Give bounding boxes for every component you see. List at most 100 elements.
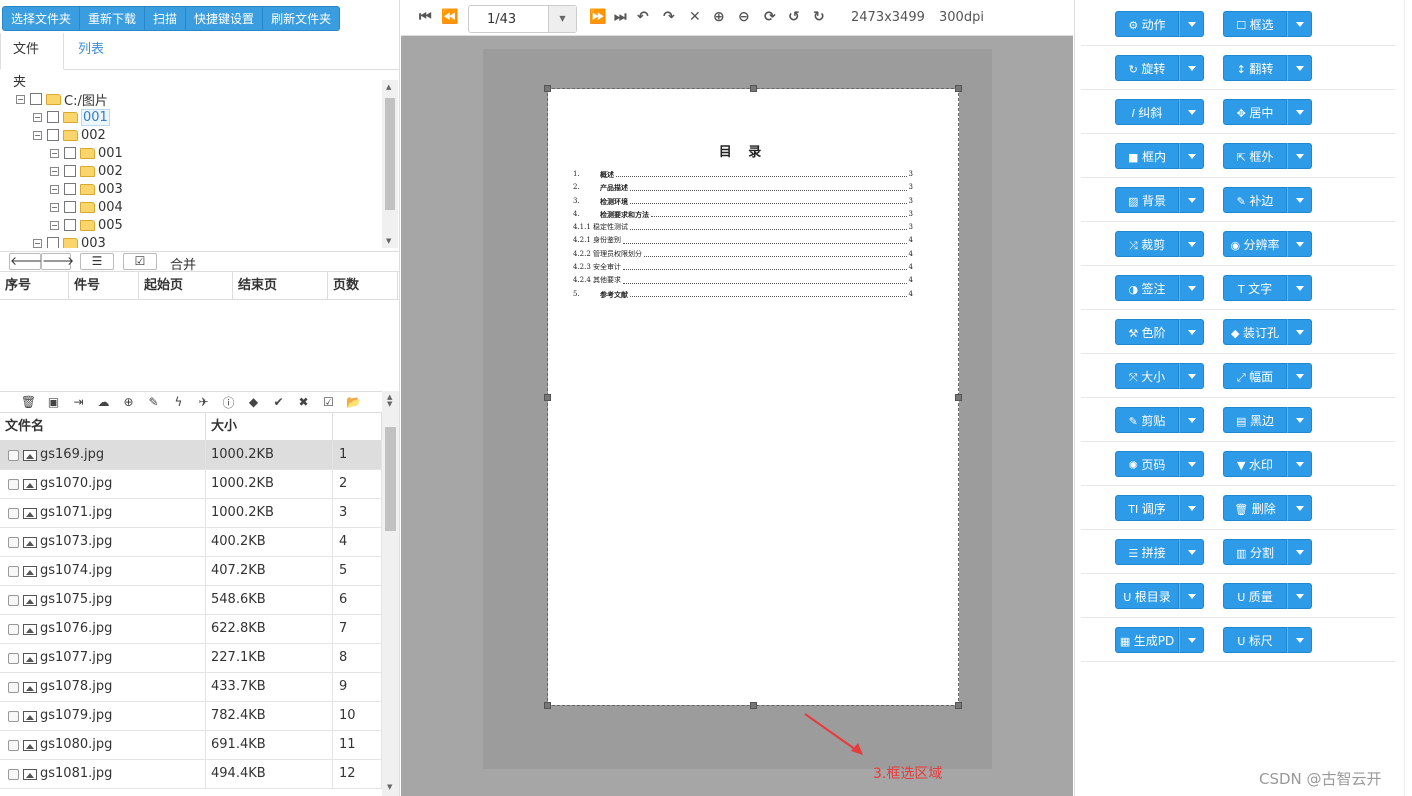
- tool-button[interactable]: ◆ 装订孔: [1223, 319, 1287, 345]
- tree-node-label[interactable]: 002: [81, 128, 106, 143]
- caret-down-icon[interactable]: [1179, 187, 1204, 213]
- caret-down-icon[interactable]: [1179, 143, 1204, 169]
- tree-checkbox[interactable]: [30, 93, 42, 105]
- row-checkbox[interactable]: [8, 594, 19, 606]
- caret-down-icon[interactable]: [1179, 627, 1204, 653]
- caret-down-icon[interactable]: [1287, 627, 1312, 653]
- table-row[interactable]: gs169.jpg 1000.2KB 1: [0, 441, 382, 470]
- tool-button[interactable]: ◑ 签注: [1115, 275, 1179, 301]
- caret-down-icon[interactable]: [1287, 99, 1312, 125]
- table-row[interactable]: gs1080.jpg 691.4KB 11: [0, 731, 382, 760]
- tab-folders[interactable]: 文件夹: [0, 33, 64, 90]
- tool-button[interactable]: ⚙ 动作: [1115, 11, 1179, 37]
- tree-checkbox[interactable]: [47, 129, 59, 141]
- caret-down-icon[interactable]: [1179, 583, 1204, 609]
- row-checkbox[interactable]: [8, 768, 19, 780]
- info-icon[interactable]: ⓘ: [216, 394, 241, 411]
- table-row[interactable]: gs1074.jpg 407.2KB 5: [0, 557, 382, 586]
- caret-down-icon[interactable]: [1287, 231, 1312, 257]
- zoom-out-icon[interactable]: ⊖: [738, 9, 750, 25]
- resize-handle-ne[interactable]: [955, 85, 962, 92]
- caret-down-icon[interactable]: [1287, 451, 1312, 477]
- tree-checkbox[interactable]: [64, 165, 76, 177]
- tree-checkbox[interactable]: [64, 219, 76, 231]
- edit-icon[interactable]: ✎: [141, 395, 166, 409]
- table-row[interactable]: gs1079.jpg 782.4KB 10: [0, 702, 382, 731]
- row-checkbox[interactable]: [8, 681, 19, 693]
- tree-checkbox[interactable]: [64, 147, 76, 159]
- caret-down-icon[interactable]: [1179, 11, 1204, 37]
- table-row[interactable]: gs1070.jpg 1000.2KB 2: [0, 470, 382, 499]
- prev-page-icon[interactable]: ⏪: [441, 9, 458, 25]
- table-row[interactable]: gs1081.jpg 494.4KB 12: [0, 760, 382, 789]
- tool-button[interactable]: ■ 框内: [1115, 143, 1179, 169]
- resize-handle-nw[interactable]: [544, 85, 551, 92]
- tool-button[interactable]: ☰ 拼接: [1115, 539, 1179, 565]
- scroll-thumb[interactable]: [385, 98, 395, 210]
- check-all-button[interactable]: ☑: [123, 253, 157, 270]
- filename-cell[interactable]: gs1070.jpg: [0, 470, 206, 498]
- collapse-icon[interactable]: −: [33, 112, 42, 122]
- table-row[interactable]: gs1077.jpg 227.1KB 8: [0, 644, 382, 673]
- check-square-icon[interactable]: ☑: [316, 395, 341, 409]
- zoom-in-icon[interactable]: ⊕: [713, 9, 725, 25]
- filename-cell[interactable]: gs1079.jpg: [0, 702, 206, 730]
- resize-handle-w[interactable]: [544, 394, 551, 401]
- tool-button[interactable]: ⚒ 色阶: [1115, 319, 1179, 345]
- tool-button[interactable]: 🗑 删除: [1223, 495, 1287, 521]
- tree-checkbox[interactable]: [47, 111, 59, 123]
- filename-cell[interactable]: gs169.jpg: [0, 441, 206, 469]
- caret-down-icon[interactable]: [1287, 187, 1312, 213]
- shortcut-settings-button[interactable]: 快捷键设置: [186, 6, 264, 31]
- filename-cell[interactable]: gs1081.jpg: [0, 760, 206, 788]
- undo-icon[interactable]: ↶: [637, 9, 649, 25]
- collapse-icon[interactable]: −: [50, 220, 59, 230]
- tree-node-label[interactable]: 001: [98, 146, 123, 161]
- resize-handle-e[interactable]: [955, 394, 962, 401]
- tab-list[interactable]: 列表: [66, 33, 116, 70]
- filename-cell[interactable]: gs1073.jpg: [0, 528, 206, 556]
- scroll-thumb[interactable]: [385, 427, 396, 531]
- collapse-icon[interactable]: −: [50, 202, 59, 212]
- caret-down-icon[interactable]: [1287, 55, 1312, 81]
- tree-node[interactable]: − 004: [50, 198, 123, 216]
- scan-button[interactable]: 扫描: [145, 6, 187, 31]
- caret-down-icon[interactable]: [1287, 275, 1312, 301]
- tool-button[interactable]: ▨ 背景: [1115, 187, 1179, 213]
- caret-down-icon[interactable]: [1179, 319, 1204, 345]
- tree-node-label[interactable]: 001: [81, 108, 110, 126]
- cloud-download-icon[interactable]: ☁: [91, 395, 116, 409]
- row-checkbox[interactable]: [8, 449, 19, 461]
- right-scrollbar[interactable]: [1404, 0, 1412, 796]
- sign-in-icon[interactable]: ⇥: [66, 395, 91, 409]
- times-icon[interactable]: ✖: [291, 395, 316, 409]
- rotate-right-icon[interactable]: ↻: [813, 9, 825, 25]
- tool-button[interactable]: ↻ 旋转: [1115, 55, 1179, 81]
- tool-button[interactable]: ✎ 剪贴: [1115, 407, 1179, 433]
- table-row[interactable]: gs1071.jpg 1000.2KB 3: [0, 499, 382, 528]
- save-icon[interactable]: ▣: [41, 395, 66, 409]
- tool-button[interactable]: TI 调序: [1115, 495, 1179, 521]
- filename-cell[interactable]: gs1078.jpg: [0, 673, 206, 701]
- caret-down-icon[interactable]: [1179, 55, 1204, 81]
- redo-icon[interactable]: ↷: [663, 9, 675, 25]
- chevron-down-icon[interactable]: ▼: [548, 6, 576, 32]
- row-checkbox[interactable]: [8, 507, 19, 519]
- caret-down-icon[interactable]: [1179, 451, 1204, 477]
- selection-box[interactable]: [547, 88, 959, 706]
- tree-node[interactable]: − 002: [50, 162, 123, 180]
- tree-node[interactable]: − 005: [50, 216, 123, 234]
- filename-cell[interactable]: gs1077.jpg: [0, 644, 206, 672]
- caret-down-icon[interactable]: [1287, 539, 1312, 565]
- trash-icon[interactable]: 🗑: [16, 395, 41, 409]
- filename-cell[interactable]: gs1075.jpg: [0, 586, 206, 614]
- caret-down-icon[interactable]: [1287, 407, 1312, 433]
- tree-node-label[interactable]: 003: [98, 182, 123, 197]
- scroll-up-icon[interactable]: ▲: [386, 83, 391, 91]
- tree-checkbox[interactable]: [64, 201, 76, 213]
- row-checkbox[interactable]: [8, 739, 19, 751]
- file-scrollbar[interactable]: ▲ ▼ ▼: [382, 391, 399, 796]
- caret-down-icon[interactable]: [1179, 231, 1204, 257]
- caret-down-icon[interactable]: [1287, 143, 1312, 169]
- download-icon[interactable]: ⊕: [116, 395, 141, 409]
